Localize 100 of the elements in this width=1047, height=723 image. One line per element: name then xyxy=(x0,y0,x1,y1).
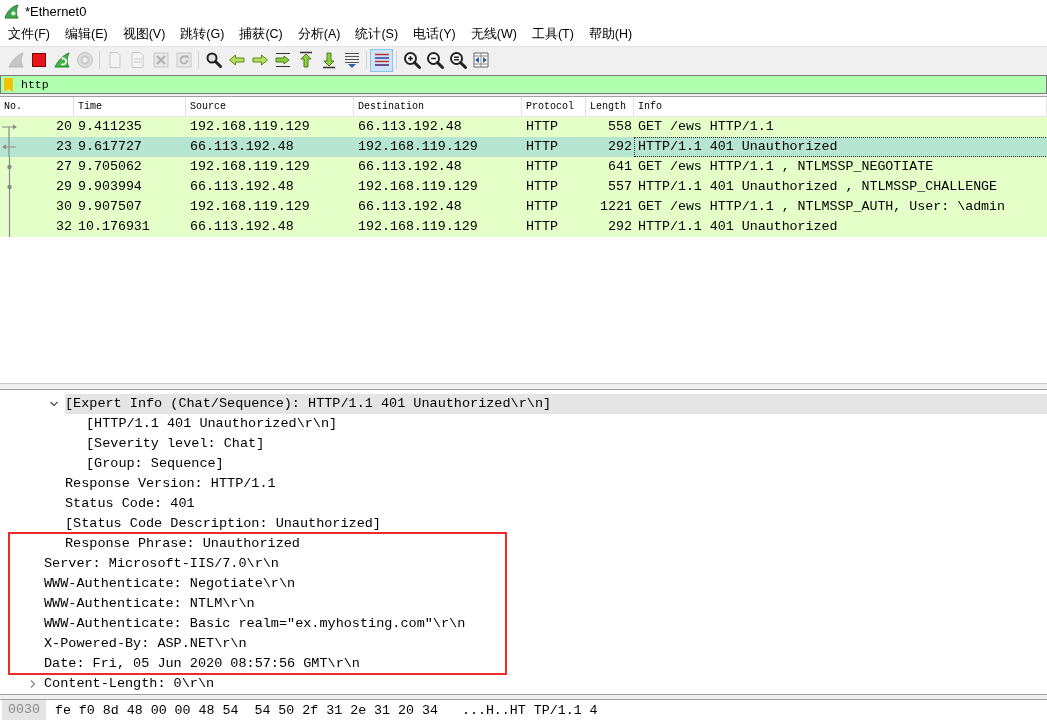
binary-file-icon xyxy=(128,51,147,69)
packet-row[interactable]: 30 9.907507 192.168.119.129 66.113.192.48 HTTP 1221 GET /ews HTTP/1.1 , NTLMSSP_AUTH, User: \admin xyxy=(0,197,1047,217)
packet-number: 20 xyxy=(56,118,73,136)
protocol-name: HTTP xyxy=(526,138,558,156)
destination-address: 66.113.192.48 xyxy=(358,118,462,136)
column-header[interactable]: Time xyxy=(74,97,186,116)
packet-length: 1221 xyxy=(600,198,633,216)
tree-item[interactable]: WWW-Authenticate: NTLM\r\n xyxy=(44,594,255,614)
gear-icon xyxy=(75,51,94,69)
tree-item[interactable]: X-Powered-By: ASP.NET\r\n xyxy=(44,634,247,654)
source-address: 192.168.119.129 xyxy=(190,118,310,136)
shark-fin-icon xyxy=(4,3,19,19)
menu-item[interactable]: 文件(F) xyxy=(1,23,57,45)
packet-info: HTTP/1.1 401 Unauthorized xyxy=(638,218,838,236)
destination-address: 66.113.192.48 xyxy=(358,158,462,176)
tree-item[interactable]: [Status Code Description: Unauthorized] xyxy=(65,514,381,534)
timestamp: 10.176931 xyxy=(78,218,150,236)
display-filter-field[interactable]: http xyxy=(0,75,1047,94)
packet-number: 32 xyxy=(56,218,73,236)
menu-item[interactable]: 统计(S) xyxy=(348,23,406,45)
packet-length: 292 xyxy=(608,218,633,236)
menu-item[interactable]: 编辑(E) xyxy=(57,23,115,45)
menu-item[interactable]: 跳转(G) xyxy=(173,23,232,45)
menu-item[interactable]: 分析(A) xyxy=(290,23,348,45)
protocol-name: HTTP xyxy=(526,178,558,196)
tree-item[interactable]: Date: Fri, 05 Jun 2020 08:57:56 GMT\r\n xyxy=(44,654,360,674)
column-header[interactable]: Length xyxy=(586,97,634,116)
protocol-name: HTTP xyxy=(526,118,558,136)
destination-address: 192.168.119.129 xyxy=(358,178,478,196)
packet-info: GET /ews HTTP/1.1 , NTLMSSP_AUTH, User: \admin xyxy=(638,198,1006,216)
fin-reload-icon xyxy=(52,51,71,69)
tree-item[interactable]: [Expert Info (Chat/Sequence): HTTP/1.1 401 Unauthorized\r\n] xyxy=(65,394,1047,414)
tree-item[interactable]: [HTTP/1.1 401 Unauthorized\r\n] xyxy=(86,414,338,434)
tree-item[interactable]: WWW-Authenticate: Negotiate\r\n xyxy=(44,574,296,594)
menu-item[interactable]: 帮助(H) xyxy=(581,23,640,45)
column-header[interactable]: Info xyxy=(634,97,1047,116)
packet-length: 557 xyxy=(608,178,633,196)
chevron-right-icon[interactable] xyxy=(28,679,38,689)
menu-item[interactable]: 无线(W) xyxy=(463,23,524,45)
packet-row[interactable]: 20 9.411235 192.168.119.129 66.113.192.48 HTTP 558 GET /ews HTTP/1.1 xyxy=(0,117,1047,137)
destination-address: 192.168.119.129 xyxy=(358,138,478,156)
hex-bytes: fe f0 8d 48 00 00 48 54 54 50 2f 31 2e 31 20 34 xyxy=(54,702,438,718)
packet-row[interactable]: 23 9.617727 66.113.192.48 192.168.119.129 HTTP 292 HTTP/1.1 401 Unauthorized xyxy=(0,137,1047,157)
protocol-name: HTTP xyxy=(526,158,558,176)
protocol-name: HTTP xyxy=(526,218,558,236)
packet-info: GET /ews HTTP/1.1 , NTLMSSP_NEGOTIATE xyxy=(638,158,934,176)
menu-item[interactable]: 电话(Y) xyxy=(406,23,463,45)
tree-item[interactable]: [Severity level: Chat] xyxy=(86,434,265,454)
search-icon xyxy=(204,51,223,69)
timestamp: 9.907507 xyxy=(78,198,142,216)
packet-info: HTTP/1.1 401 Unauthorized xyxy=(635,138,1047,156)
tree-item[interactable]: [Group: Sequence] xyxy=(86,454,224,474)
packet-row[interactable]: 27 9.705062 192.168.119.129 66.113.192.48 HTTP 641 GET /ews HTTP/1.1 , NTLMSSP_NEGOTIATE xyxy=(0,157,1047,177)
reload-icon xyxy=(174,51,193,69)
source-address: 192.168.119.129 xyxy=(190,158,310,176)
tree-item[interactable]: WWW-Authenticate: Basic realm="ex.myhosting.com"\r\n xyxy=(44,614,466,634)
packet-number: 30 xyxy=(56,198,73,216)
chevron-down-icon[interactable] xyxy=(49,399,59,409)
colorize-button[interactable] xyxy=(370,48,393,72)
zoom-in-icon xyxy=(402,51,421,69)
packet-row[interactable]: 32 10.176931 66.113.192.48 192.168.119.129 HTTP 292 HTTP/1.1 401 Unauthorized xyxy=(0,217,1047,237)
source-address: 66.113.192.48 xyxy=(190,178,294,196)
tree-item[interactable]: Response Version: HTTP/1.1 xyxy=(65,474,276,494)
destination-address: 66.113.192.48 xyxy=(358,198,462,216)
autoscroll-icon xyxy=(342,51,361,69)
packet-number: 27 xyxy=(56,158,73,176)
source-address: 66.113.192.48 xyxy=(190,218,294,236)
timestamp: 9.411235 xyxy=(78,118,142,136)
window-title: *Ethernet0 xyxy=(25,3,87,19)
zoom-out-icon xyxy=(425,51,444,69)
source-address: 66.113.192.48 xyxy=(190,138,294,156)
tree-item[interactable]: Content-Length: 0\r\n xyxy=(44,674,215,694)
right-arrow-icon xyxy=(250,51,269,69)
packet-length: 641 xyxy=(608,158,633,176)
zoom-normal-icon xyxy=(448,51,467,69)
column-header[interactable]: Destination xyxy=(354,97,522,116)
menu-item[interactable]: 工具(T) xyxy=(524,23,581,45)
byte-offset: 0030 xyxy=(2,700,46,720)
timestamp: 9.617727 xyxy=(78,138,142,156)
column-header[interactable]: Source xyxy=(186,97,354,116)
packet-number: 29 xyxy=(56,178,73,196)
tree-item[interactable]: Response Phrase: Unauthorized xyxy=(65,534,300,554)
tree-item[interactable]: Server: Microsoft-IIS/7.0\r\n xyxy=(44,554,279,574)
ascii-bytes: ...H..HT TP/1.1 4 xyxy=(461,702,598,718)
packet-info: GET /ews HTTP/1.1 xyxy=(638,118,774,136)
timestamp: 9.705062 xyxy=(78,158,142,176)
packet-info: HTTP/1.1 401 Unauthorized , NTLMSSP_CHALLENGE xyxy=(638,178,998,196)
packet-length: 558 xyxy=(608,118,633,136)
packet-row[interactable]: 29 9.903994 66.113.192.48 192.168.119.129 HTTP 557 HTTP/1.1 401 Unauthorized , NTLMSSP_CHALLENGE xyxy=(0,177,1047,197)
bookmark-icon xyxy=(4,77,13,92)
timestamp: 9.903994 xyxy=(78,178,142,196)
packet-number: 23 xyxy=(56,138,73,156)
column-header[interactable]: Protocol xyxy=(522,97,586,116)
packet-length: 292 xyxy=(608,138,633,156)
column-header[interactable]: No. xyxy=(0,97,74,116)
menu-item[interactable]: 视图(V) xyxy=(115,23,173,45)
striped-lines-icon xyxy=(372,51,391,69)
menu-item[interactable]: 捕获(C) xyxy=(232,23,290,45)
protocol-name: HTTP xyxy=(526,198,558,216)
tree-item[interactable]: Status Code: 401 xyxy=(65,494,195,514)
